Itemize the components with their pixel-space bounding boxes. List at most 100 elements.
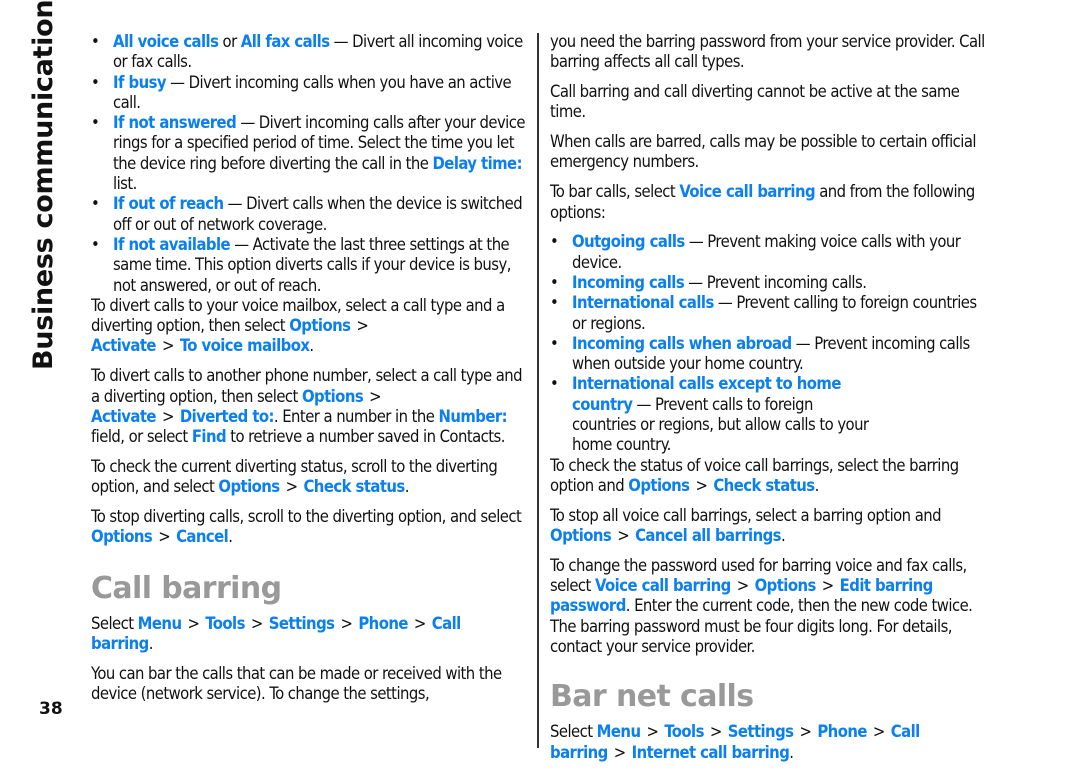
check-status-link[interactable]: Check status <box>303 477 405 496</box>
divert-number-paragraph: To divert calls to another phone number,… <box>91 366 527 447</box>
list-item: Incoming calls — Prevent incoming calls. <box>550 272 990 294</box>
list-item: Incoming calls when abroad — Prevent inc… <box>550 334 990 375</box>
stop-diverting-paragraph: To stop diverting calls, scroll to the d… <box>91 507 527 548</box>
chevron-right-icon: > <box>161 336 174 356</box>
text: — Divert incoming calls when you have an… <box>113 72 512 112</box>
text: or <box>218 32 241 51</box>
if-out-of-reach-link[interactable]: If out of reach <box>113 194 224 213</box>
change-password-paragraph: To change the password used for barring … <box>550 556 990 657</box>
menu-link[interactable]: Menu <box>138 614 182 633</box>
stop-barrings-paragraph: To stop all voice call barrings, select … <box>550 506 990 547</box>
tools-link[interactable]: Tools <box>205 614 245 633</box>
text: list. <box>113 174 137 194</box>
barring-options-list: Outgoing calls — Prevent making voice ca… <box>550 232 990 455</box>
settings-link[interactable]: Settings <box>269 614 335 633</box>
text: . <box>789 742 794 762</box>
options-link[interactable]: Options <box>289 316 351 335</box>
voice-call-barring-link[interactable]: Voice call barring <box>679 182 815 201</box>
chevron-right-icon: > <box>356 316 369 336</box>
continued-paragraph: you need the barring password from your … <box>550 32 985 72</box>
list-item: If not available — Activate the last thr… <box>91 235 527 296</box>
chevron-right-icon: > <box>799 722 812 742</box>
right-column: you need the barring password from your … <box>550 32 990 772</box>
internet-call-barring-link[interactable]: Internet call barring <box>632 743 790 762</box>
call-barring-path: Select Menu > Tools > Settings > Phone > Call ba… <box>91 614 527 655</box>
list-item: International calls except to home count… <box>550 374 990 455</box>
if-not-available-link[interactable]: If not available <box>113 235 231 254</box>
chevron-right-icon: > <box>613 742 626 762</box>
chevron-right-icon: > <box>285 477 298 497</box>
options-link[interactable]: Options <box>302 387 364 406</box>
tools-link[interactable]: Tools <box>664 722 704 741</box>
find-link[interactable]: Find <box>192 427 227 446</box>
voicemail-paragraph: To divert calls to your voice mailbox, s… <box>91 296 527 357</box>
left-column: All voice calls or All fax calls — Diver… <box>91 32 527 714</box>
delay-time-link[interactable]: Delay time: <box>433 154 523 173</box>
check-barring-status-paragraph: To check the status of voice call barrin… <box>550 456 990 497</box>
if-not-answered-link[interactable]: If not answered <box>113 113 237 132</box>
menu-link[interactable]: Menu <box>597 722 641 741</box>
text: . <box>780 526 786 546</box>
international-calls-link[interactable]: International calls <box>572 293 714 312</box>
options-link[interactable]: Options <box>91 527 153 546</box>
to-voice-mailbox-link[interactable]: To voice mailbox <box>180 336 310 355</box>
phone-link[interactable]: Phone <box>817 722 867 741</box>
cancel-all-barrings-link[interactable]: Cancel all barrings <box>635 526 781 545</box>
text: Select <box>91 613 138 633</box>
bar-calls-paragraph: To bar calls, select Voice call barring … <box>550 182 990 223</box>
emergency-paragraph: When calls are barred, calls may be poss… <box>550 132 977 172</box>
outgoing-calls-link[interactable]: Outgoing calls <box>572 232 685 251</box>
settings-link[interactable]: Settings <box>728 722 794 741</box>
all-fax-calls-link[interactable]: All fax calls <box>241 32 330 51</box>
chevron-right-icon: > <box>369 386 382 406</box>
incoming-calls-link[interactable]: Incoming calls <box>572 273 685 292</box>
check-status-paragraph: To check the current diverting status, s… <box>91 457 527 498</box>
list-item: If not answered — Divert incoming calls … <box>91 113 527 194</box>
chevron-right-icon: > <box>413 613 426 633</box>
list-item: Outgoing calls — Prevent making voice ca… <box>550 232 990 273</box>
diverted-to-link[interactable]: Diverted to: <box>180 407 275 426</box>
phone-link[interactable]: Phone <box>358 614 408 633</box>
activate-link[interactable]: Activate <box>91 407 156 426</box>
column-divider <box>537 33 539 748</box>
text: . <box>309 336 314 356</box>
all-voice-calls-link[interactable]: All voice calls <box>113 32 219 51</box>
activate-link[interactable]: Activate <box>91 336 156 355</box>
chevron-right-icon: > <box>158 527 171 547</box>
bar-net-calls-path: Select Menu > Tools > Settings > Phone > Call ba… <box>550 722 990 763</box>
text: to retrieve a number saved in Contacts. <box>226 427 505 447</box>
text: . <box>228 527 233 547</box>
list-item: If busy — Divert incoming calls when you… <box>91 73 527 114</box>
chapter-side-label: Business communications <box>28 0 59 370</box>
number-field-link[interactable]: Number: <box>438 407 507 426</box>
if-busy-link[interactable]: If busy <box>113 73 167 92</box>
call-barring-heading: Call barring <box>91 570 282 606</box>
chevron-right-icon: > <box>736 576 749 596</box>
chevron-right-icon: > <box>872 722 885 742</box>
call-barring-intro: You can bar the calls that can be made o… <box>91 663 502 704</box>
chevron-right-icon: > <box>646 722 659 742</box>
text: . <box>814 475 820 495</box>
list-item: International calls — Prevent calling to… <box>550 293 990 334</box>
text: — Prevent incoming calls. <box>684 272 867 292</box>
page-number: 38 <box>39 699 63 719</box>
text: . <box>148 633 154 653</box>
incoming-calls-abroad-link[interactable]: Incoming calls when abroad <box>572 334 792 353</box>
chevron-right-icon: > <box>250 613 263 633</box>
options-link[interactable]: Options <box>550 526 612 545</box>
options-link[interactable]: Options <box>218 477 280 496</box>
check-status-link[interactable]: Check status <box>713 476 815 495</box>
chevron-right-icon: > <box>187 613 200 633</box>
options-link[interactable]: Options <box>755 576 817 595</box>
voice-call-barring-link[interactable]: Voice call barring <box>595 576 731 595</box>
chevron-right-icon: > <box>340 613 353 633</box>
text: . <box>404 477 410 497</box>
bar-net-calls-heading: Bar net calls <box>550 679 754 715</box>
divert-options-list: All voice calls or All fax calls — Diver… <box>91 32 527 296</box>
cancel-link[interactable]: Cancel <box>176 527 229 546</box>
text: . Enter a number in the <box>273 406 439 426</box>
chevron-right-icon: > <box>161 406 174 426</box>
text: To stop all voice call barrings, select … <box>550 505 942 525</box>
text: To bar calls, select <box>550 182 680 202</box>
options-link[interactable]: Options <box>628 476 690 495</box>
